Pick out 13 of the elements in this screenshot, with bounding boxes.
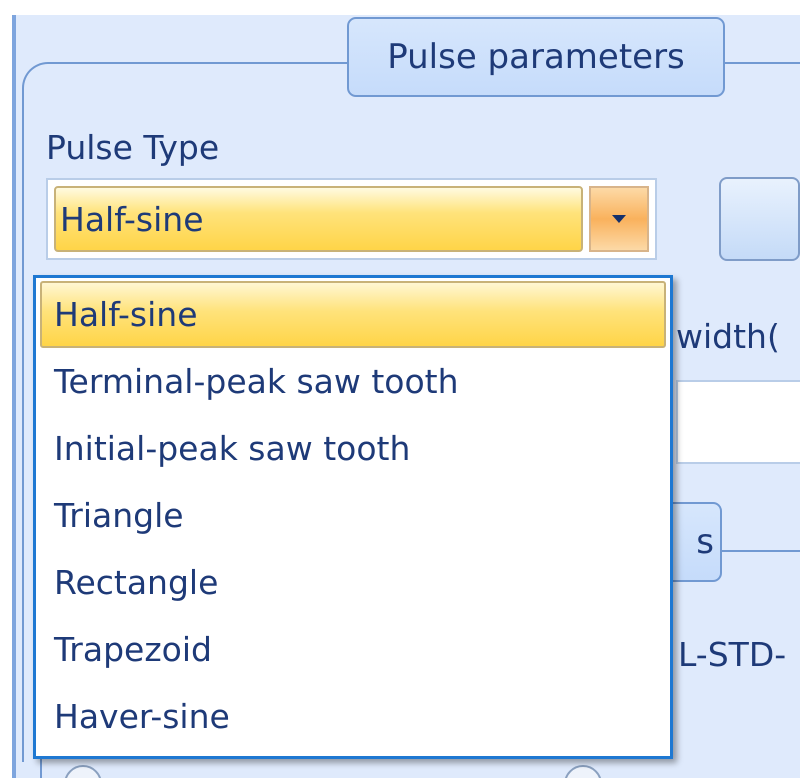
caret-icon (612, 215, 626, 223)
dropdown-option[interactable]: Trapezoid (40, 616, 666, 683)
dropdown-option[interactable]: Initial-peak saw tooth (40, 415, 666, 482)
pulse-type-dropdown[interactable]: Half-sine (46, 178, 658, 260)
field-label: width( (676, 317, 780, 356)
dropdown-option[interactable]: Haver-sine (40, 683, 666, 750)
button[interactable] (719, 177, 800, 261)
dropdown-option[interactable]: Half-sine (40, 281, 666, 348)
input-field[interactable] (676, 380, 800, 464)
dropdown-option[interactable]: Terminal-peak saw tooth (40, 348, 666, 415)
field-label: Pulse Type (46, 128, 220, 167)
group-title: Pulse parameters (347, 17, 725, 97)
option-label: L-STD- (678, 635, 786, 674)
